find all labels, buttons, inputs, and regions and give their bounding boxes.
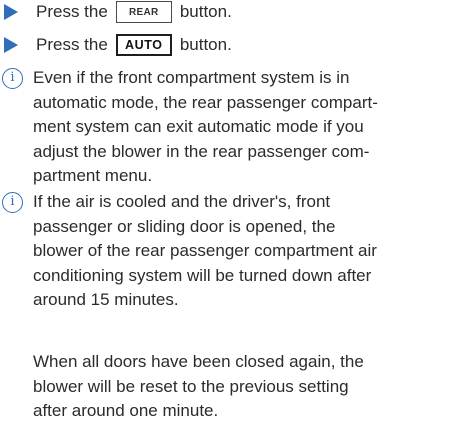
- rear-button-key: REAR: [115, 1, 172, 23]
- arrow-bullet-icon: [4, 37, 18, 53]
- step-text-before: Press the: [36, 2, 108, 21]
- info-icon: i: [2, 68, 23, 89]
- note-text: If the air is cooled and the driver's, f…: [33, 192, 377, 310]
- note-text-continued: When all doors have been closed again, t…: [33, 352, 364, 421]
- step-text-after: button.: [179, 35, 232, 54]
- step-press-rear: Press the REAR button.: [0, 0, 232, 24]
- step-press-auto: Press the AUTO button.: [0, 33, 232, 57]
- arrow-bullet-icon: [4, 4, 18, 20]
- step-text-after: button.: [179, 2, 232, 21]
- manual-page: Press the REAR button. Press the AUTO bu…: [0, 0, 455, 420]
- auto-button-key: AUTO: [115, 34, 172, 56]
- info-icon: i: [2, 192, 23, 213]
- step-text-before: Press the: [36, 35, 108, 54]
- note-text: Even if the front compartment system is …: [33, 68, 378, 186]
